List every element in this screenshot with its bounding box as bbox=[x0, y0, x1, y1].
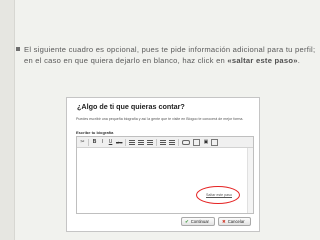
align-left-icon[interactable] bbox=[129, 139, 136, 145]
toolbar-separator bbox=[178, 138, 180, 146]
numbered-list-icon[interactable] bbox=[169, 139, 176, 145]
dialog-title: ¿Algo de ti que quieras contar? bbox=[77, 102, 185, 111]
editor-toolbar: ✂ B I U abc ▣ bbox=[77, 137, 253, 148]
cancel-icon: ✖ bbox=[222, 218, 226, 224]
italic-button[interactable]: I bbox=[100, 139, 105, 145]
slide-bullet-text: El siguiente cuadro es opcional, pues te… bbox=[16, 44, 316, 66]
embedded-screenshot: ¿Algo de ti que quieras contar? Puedes e… bbox=[66, 97, 260, 232]
align-center-icon[interactable] bbox=[138, 139, 145, 145]
strikethrough-button[interactable]: abc bbox=[116, 140, 122, 145]
source-icon[interactable] bbox=[211, 138, 219, 146]
cut-icon[interactable]: ✂ bbox=[80, 139, 85, 145]
editor-scrollbar[interactable] bbox=[247, 148, 253, 213]
image-icon[interactable]: ▣ bbox=[203, 139, 209, 145]
toolbar-separator bbox=[88, 138, 89, 146]
slide-paragraph-end: . bbox=[297, 56, 301, 65]
unlink-icon[interactable] bbox=[193, 138, 201, 146]
bullet-list-icon[interactable] bbox=[160, 139, 167, 145]
dialog-instructions: Puedes escribir una pequeña biografía y … bbox=[76, 117, 244, 121]
bullet-square-icon bbox=[16, 47, 20, 51]
align-right-icon[interactable] bbox=[147, 139, 154, 145]
link-icon[interactable] bbox=[182, 139, 191, 145]
slide-paragraph: El siguiente cuadro es opcional, pues te… bbox=[24, 44, 316, 66]
continue-button-label: Continuar bbox=[190, 219, 209, 224]
slide-paragraph-emphasis: «saltar este paso» bbox=[227, 56, 298, 65]
cancel-button[interactable]: ✖ Cancelar bbox=[218, 217, 251, 226]
red-highlight-circle bbox=[196, 186, 240, 204]
check-icon: ✔ bbox=[185, 218, 189, 224]
toolbar-separator bbox=[156, 138, 158, 146]
bold-button[interactable]: B bbox=[92, 139, 97, 145]
underline-button[interactable]: U bbox=[108, 139, 113, 145]
toolbar-separator bbox=[125, 138, 127, 146]
slide-left-stripe bbox=[0, 0, 15, 240]
cancel-button-label: Cancelar bbox=[227, 219, 245, 224]
continue-button[interactable]: ✔ Continuar bbox=[181, 217, 215, 226]
bio-field-label: Escribe tu biografía bbox=[76, 130, 114, 135]
